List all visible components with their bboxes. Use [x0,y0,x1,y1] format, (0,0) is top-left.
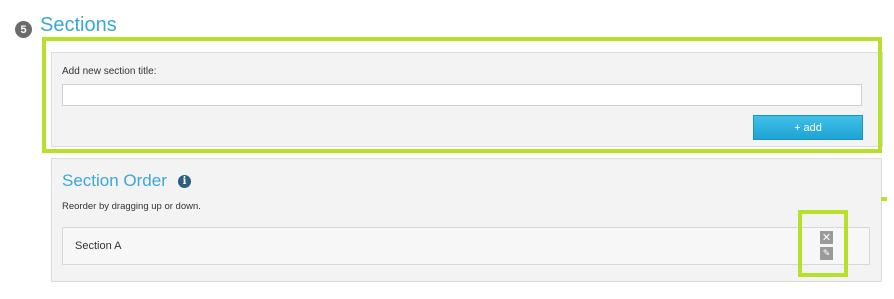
edit-icon[interactable]: ✎ [820,247,833,260]
info-icon[interactable]: i [178,175,191,188]
section-order-title: Section Order [62,171,167,190]
section-item-label: Section A [75,240,122,252]
section-list-item[interactable]: Section A [62,227,870,265]
page-title: Sections [40,14,117,36]
add-section-button[interactable]: + add [753,115,863,140]
highlight-marker [881,197,887,201]
section-order-hint: Reorder by dragging up or down. [62,201,201,212]
section-actions-highlight: ✕ ✎ [798,210,848,277]
section-order-panel: Section Order i Reorder by dragging up o… [51,158,882,282]
add-section-label: Add new section title: [62,66,157,77]
section-title-input[interactable] [62,84,862,106]
step-number-badge: 5 [15,21,32,38]
add-section-panel: Add new section title: + add [51,52,883,147]
close-icon[interactable]: ✕ [820,231,833,244]
